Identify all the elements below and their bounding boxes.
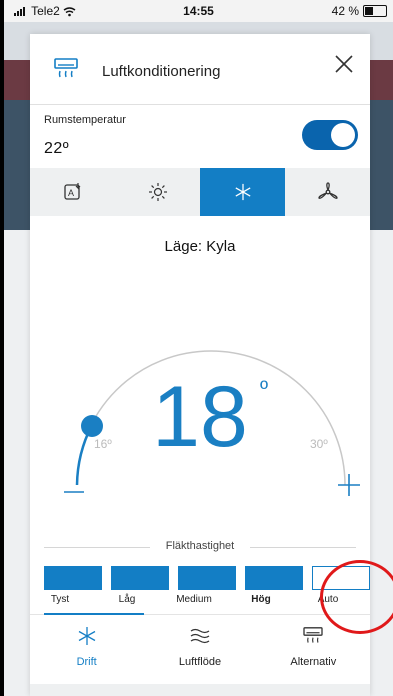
fan-label-medium: Medium — [176, 594, 212, 605]
svg-text:A: A — [68, 188, 74, 198]
fan-speed-title: Fläkthastighet — [165, 540, 235, 552]
fan-label-hog: Hög — [251, 594, 271, 605]
snowflake-icon — [78, 627, 95, 645]
increase-temp-button[interactable] — [336, 472, 362, 498]
setpoint-unit: º — [260, 376, 269, 401]
sheet-title: Luftkonditionering — [102, 63, 221, 80]
fan-speed-hog[interactable] — [245, 566, 303, 590]
setpoint-value: 18 — [152, 369, 248, 465]
mode-status-text: Läge: Kyla — [164, 238, 236, 255]
tab-drift[interactable]: Drift — [30, 624, 143, 680]
fan-speed-header: Fläkthastighet — [44, 540, 356, 554]
tab-label-luftflode: Luftflöde — [178, 656, 222, 668]
airflow-icon — [190, 628, 210, 644]
bottom-tabs: Drift Luftflöde Alternativ — [30, 624, 370, 680]
battery-icon — [363, 5, 387, 17]
battery-status: 42 % — [332, 4, 387, 18]
app-frame: Tele2 14:55 42 % Luftkonditionering Rums… — [4, 0, 393, 696]
fan-label-lag: Låg — [118, 594, 136, 605]
fan-speed-medium[interactable] — [178, 566, 236, 590]
fan-icon — [317, 182, 338, 199]
fan-label-tyst: Tyst — [50, 594, 70, 605]
status-bar: Tele2 14:55 42 % — [4, 0, 393, 22]
tab-label-drift: Drift — [76, 656, 97, 668]
fan-speed-lag[interactable] — [111, 566, 169, 590]
annotation-circle — [320, 560, 393, 634]
ac-control-sheet: Luftkonditionering Rumstemperatur 22º A — [30, 34, 393, 696]
close-icon[interactable] — [332, 52, 356, 76]
snowflake-icon — [234, 183, 251, 201]
decrease-temp-button[interactable] — [62, 480, 86, 504]
auto-icon: A — [63, 183, 80, 200]
room-temp-label: Rumstemperatur — [44, 114, 126, 126]
air-conditioner-icon — [54, 58, 78, 78]
room-temp-value: 22º — [44, 140, 70, 157]
bottom-strip — [30, 684, 370, 696]
toggle-knob — [331, 123, 355, 147]
mode-cool-button[interactable] — [200, 168, 285, 216]
power-toggle[interactable] — [302, 120, 358, 150]
sheet-header: Luftkonditionering — [30, 34, 370, 105]
active-tab-indicator — [44, 613, 144, 615]
dial-min-label: 16º — [94, 437, 112, 451]
mode-selector: A — [30, 168, 370, 216]
tab-label-alternativ: Alternativ — [290, 656, 337, 668]
mode-auto-button[interactable]: A — [30, 168, 115, 216]
battery-percent: 42 % — [331, 4, 359, 18]
fan-speed-tyst[interactable] — [44, 566, 102, 590]
mode-heat-button[interactable] — [115, 168, 200, 216]
sun-icon — [148, 183, 167, 201]
tab-luftflode[interactable]: Luftflöde — [143, 624, 256, 680]
air-conditioner-icon — [303, 627, 323, 643]
dial-max-label: 30º — [310, 437, 328, 451]
mode-fan-button[interactable] — [285, 168, 370, 216]
